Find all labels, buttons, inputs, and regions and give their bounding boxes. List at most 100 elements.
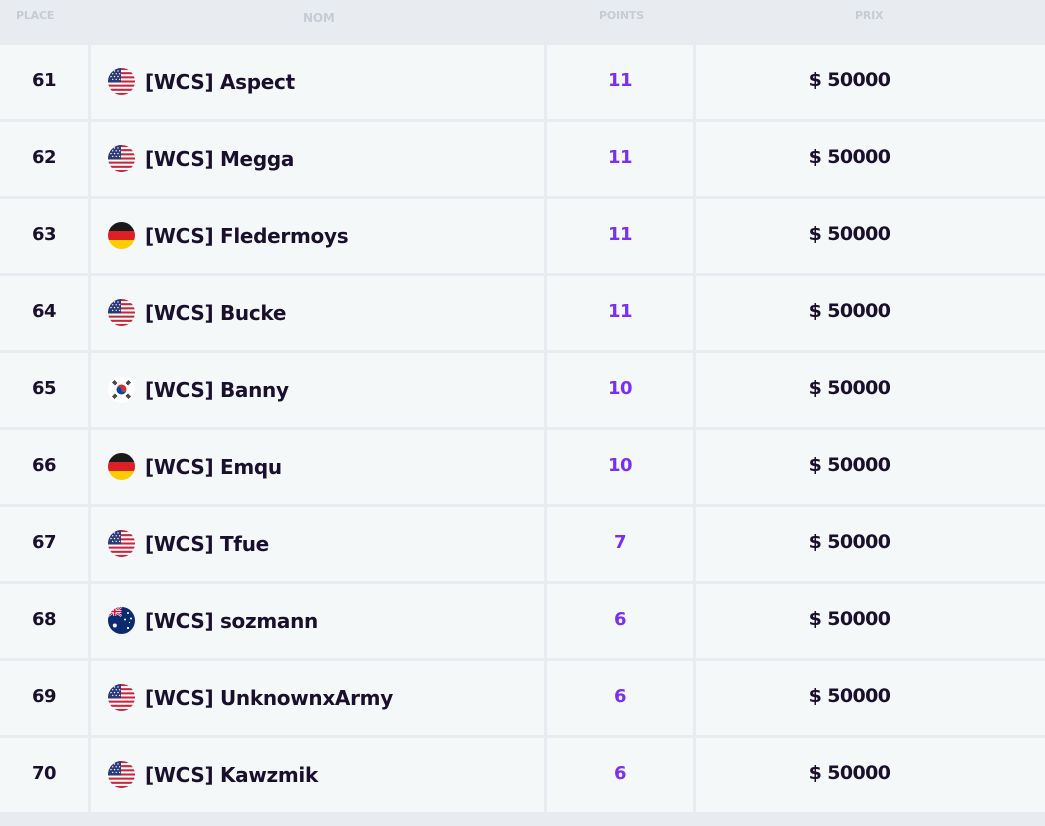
player-cell[interactable]: [WCS] Banny — [91, 353, 544, 427]
table-row[interactable]: 68 [WCS] sozmann 6 $ 50000 — [0, 584, 1045, 658]
prize-cell: $ 50000 — [696, 738, 1045, 812]
points-value: 6 — [613, 762, 627, 784]
table-row[interactable]: 63 [WCS] Fledermoys 11 $ 50000 — [0, 199, 1045, 273]
place-value: 61 — [31, 69, 57, 91]
points-value: 11 — [607, 223, 633, 245]
place-cell: 61 — [0, 45, 88, 119]
de-flag-icon — [108, 221, 135, 249]
player-name[interactable]: [WCS] Fledermoys — [145, 224, 349, 248]
us-flag-icon — [108, 529, 135, 557]
prize-value: $ 50000 — [808, 223, 891, 245]
place-value: 65 — [31, 377, 57, 399]
player-cell[interactable]: [WCS] Emqu — [91, 430, 544, 504]
prize-value: $ 50000 — [808, 69, 891, 91]
player-name[interactable]: [WCS] Banny — [145, 378, 289, 402]
points-value: 10 — [607, 454, 633, 476]
prize-value: $ 50000 — [808, 531, 891, 553]
prize-cell: $ 50000 — [696, 276, 1045, 350]
place-value: 63 — [31, 223, 57, 245]
prize-value: $ 50000 — [808, 608, 891, 630]
place-cell: 70 — [0, 738, 88, 812]
points-cell: 10 — [547, 430, 693, 504]
points-cell: 6 — [547, 661, 693, 735]
points-value: 6 — [613, 608, 627, 630]
place-value: 70 — [31, 762, 57, 784]
points-cell: 11 — [547, 276, 693, 350]
place-value: 64 — [31, 300, 57, 322]
table-row[interactable]: 66 [WCS] Emqu 10 $ 50000 — [0, 430, 1045, 504]
place-cell: 65 — [0, 353, 88, 427]
points-value: 11 — [607, 300, 633, 322]
au-flag-icon — [108, 606, 135, 634]
player-cell[interactable]: [WCS] sozmann — [91, 584, 544, 658]
player-cell[interactable]: [WCS] Kawzmik — [91, 738, 544, 812]
us-flag-icon — [108, 760, 135, 788]
player-name[interactable]: [WCS] Emqu — [145, 455, 282, 479]
points-value: 6 — [613, 685, 627, 707]
us-flag-icon — [108, 144, 135, 172]
player-name[interactable]: [WCS] Aspect — [145, 70, 295, 94]
prize-cell: $ 50000 — [696, 199, 1045, 273]
prize-value: $ 50000 — [808, 762, 891, 784]
place-value: 69 — [31, 685, 57, 707]
place-cell: 68 — [0, 584, 88, 658]
header-name[interactable]: NOM — [303, 11, 335, 25]
points-cell: 6 — [547, 584, 693, 658]
place-value: 67 — [31, 531, 57, 553]
points-cell: 6 — [547, 738, 693, 812]
prize-cell: $ 50000 — [696, 45, 1045, 119]
player-cell[interactable]: [WCS] Fledermoys — [91, 199, 544, 273]
player-name[interactable]: [WCS] Bucke — [145, 301, 286, 325]
us-flag-icon — [108, 67, 135, 95]
place-cell: 64 — [0, 276, 88, 350]
prize-value: $ 50000 — [808, 685, 891, 707]
de-flag-icon — [108, 452, 135, 480]
points-cell: 11 — [547, 199, 693, 273]
points-cell: 11 — [547, 45, 693, 119]
table-row[interactable]: 69 [WCS] UnknownxArmy 6 $ 50000 — [0, 661, 1045, 735]
place-cell: 62 — [0, 122, 88, 196]
place-cell: 69 — [0, 661, 88, 735]
prize-cell: $ 50000 — [696, 430, 1045, 504]
player-cell[interactable]: [WCS] Bucke — [91, 276, 544, 350]
points-value: 11 — [607, 146, 633, 168]
table-row[interactable]: 64 [WCS] Bucke 11 $ 50000 — [0, 276, 1045, 350]
prize-value: $ 50000 — [808, 454, 891, 476]
prize-cell: $ 50000 — [696, 122, 1045, 196]
place-value: 62 — [31, 146, 57, 168]
player-name[interactable]: [WCS] Megga — [145, 147, 294, 171]
table-row[interactable]: 61 [WCS] Aspect 11 $ 50000 — [0, 45, 1045, 119]
points-cell: 11 — [547, 122, 693, 196]
player-name[interactable]: [WCS] Kawzmik — [145, 763, 318, 787]
us-flag-icon — [108, 298, 135, 326]
place-cell: 67 — [0, 507, 88, 581]
prize-value: $ 50000 — [808, 146, 891, 168]
player-name[interactable]: [WCS] UnknownxArmy — [145, 686, 393, 710]
points-value: 7 — [613, 531, 627, 553]
player-cell[interactable]: [WCS] Megga — [91, 122, 544, 196]
header-points[interactable]: POINTS — [599, 9, 644, 22]
leaderboard-header: PLACE NOM POINTS PRIX — [0, 0, 1045, 45]
player-cell[interactable]: [WCS] Aspect — [91, 45, 544, 119]
place-cell: 66 — [0, 430, 88, 504]
leaderboard: PLACE NOM POINTS PRIX 61 [WCS] Aspect 11 — [0, 0, 1045, 826]
table-row[interactable]: 65 [WCS] Banny 10 $ 50000 — [0, 353, 1045, 427]
points-value: 10 — [607, 377, 633, 399]
player-cell[interactable]: [WCS] Tfue — [91, 507, 544, 581]
us-flag-icon — [108, 683, 135, 711]
table-row[interactable]: 70 [WCS] Kawzmik 6 $ 50000 — [0, 738, 1045, 812]
place-value: 66 — [31, 454, 57, 476]
points-value: 11 — [607, 69, 633, 91]
place-value: 68 — [31, 608, 57, 630]
points-cell: 10 — [547, 353, 693, 427]
player-name[interactable]: [WCS] sozmann — [145, 609, 318, 633]
prize-cell: $ 50000 — [696, 661, 1045, 735]
header-prize[interactable]: PRIX — [855, 9, 884, 22]
table-row[interactable]: 62 [WCS] Megga 11 $ 50000 — [0, 122, 1045, 196]
prize-cell: $ 50000 — [696, 584, 1045, 658]
header-place[interactable]: PLACE — [16, 9, 54, 22]
table-row[interactable]: 67 [WCS] Tfue 7 $ 50000 — [0, 507, 1045, 581]
player-name[interactable]: [WCS] Tfue — [145, 532, 269, 556]
player-cell[interactable]: [WCS] UnknownxArmy — [91, 661, 544, 735]
prize-cell: $ 50000 — [696, 507, 1045, 581]
